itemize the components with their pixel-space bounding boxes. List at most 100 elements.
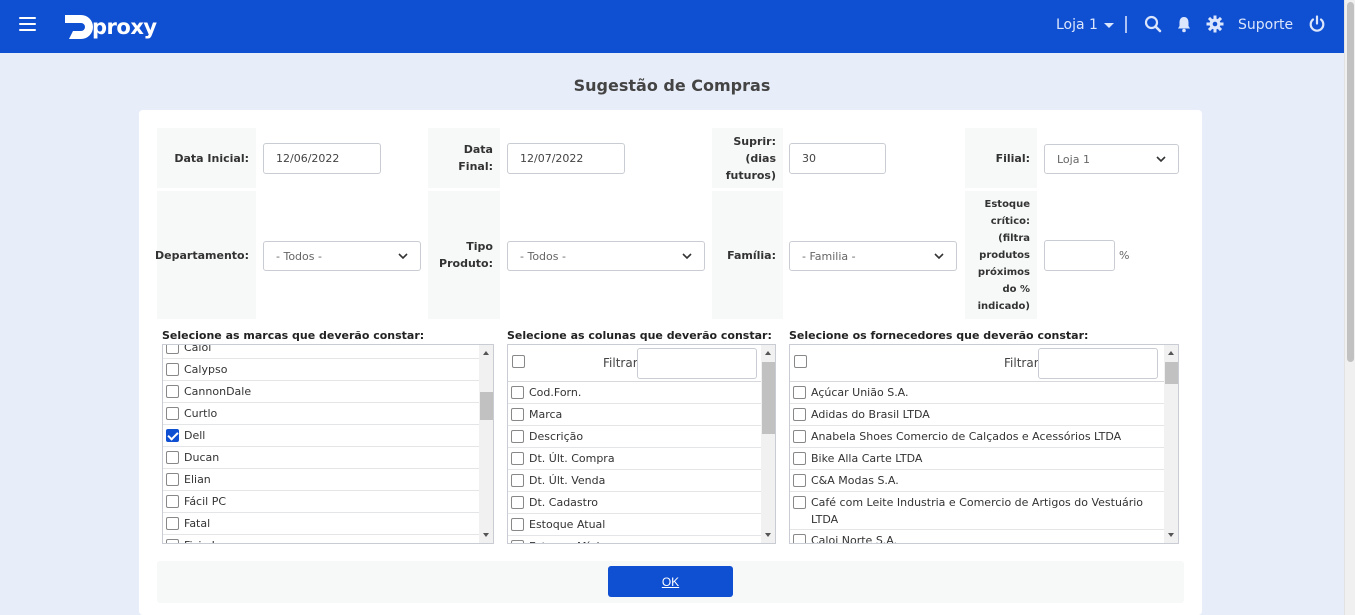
list-item[interactable]: Marca [508, 404, 761, 426]
scroll-up-icon[interactable] [1168, 351, 1174, 355]
list-item-checkbox[interactable] [511, 496, 524, 509]
list-item-label: Estoque Mínimo [529, 540, 617, 543]
list-item-checkbox[interactable] [166, 451, 179, 464]
fornecedores-list[interactable]: Filtrar Açúcar União S.A. Adidas do Brasi… [789, 344, 1179, 544]
list-item-checkbox[interactable] [793, 430, 806, 443]
list-item-checkbox[interactable] [166, 429, 179, 442]
filial-select[interactable]: Loja 1 [1044, 144, 1179, 174]
fornecedores-filter-input[interactable] [1038, 348, 1158, 379]
store-selector[interactable]: Loja 1 [1056, 17, 1114, 33]
list-item[interactable]: Calypso [163, 359, 479, 381]
tipo-produto-select[interactable]: - Todos - [507, 241, 705, 271]
list-item-checkbox[interactable] [793, 496, 806, 509]
list-item[interactable]: C&A Modas S.A. [790, 470, 1164, 492]
list-item[interactable]: Fatal [163, 513, 479, 535]
list-item[interactable]: Ducan [163, 447, 479, 469]
list-item-checkbox[interactable] [166, 473, 179, 486]
list-item[interactable]: Dt. Últ. Venda [508, 470, 761, 492]
list-item[interactable]: Bike Alla Carte LTDA [790, 448, 1164, 470]
list-item-checkbox[interactable] [166, 363, 179, 376]
bell-icon[interactable] [1175, 15, 1193, 33]
scrollbar-thumb[interactable] [480, 392, 493, 420]
scroll-down-icon[interactable] [1168, 533, 1174, 537]
list-item-checkbox[interactable] [793, 534, 806, 543]
fornecedores-scrollbar[interactable] [1164, 345, 1178, 543]
power-icon[interactable] [1308, 15, 1326, 33]
filial-label: Filial: [965, 128, 1037, 188]
list-item-label: Calypso [184, 363, 228, 376]
select-all-checkbox[interactable] [794, 355, 807, 368]
search-icon[interactable] [1144, 15, 1162, 33]
select-all-checkbox[interactable] [512, 355, 525, 368]
list-item-checkbox[interactable] [511, 540, 524, 543]
list-item-checkbox[interactable] [511, 518, 524, 531]
scroll-down-icon[interactable] [765, 533, 771, 537]
page-scrollbar-thumb[interactable] [1347, 2, 1354, 362]
list-item-checkbox[interactable] [511, 452, 524, 465]
list-item-checkbox[interactable] [511, 474, 524, 487]
list-item[interactable]: Cod.Forn. [508, 382, 761, 404]
list-item[interactable]: Açúcar União S.A. [790, 382, 1164, 404]
list-item[interactable]: Dt. Cadastro [508, 492, 761, 514]
colunas-filter-input[interactable] [637, 348, 757, 379]
departamento-select[interactable]: - Todos - [263, 241, 421, 271]
list-item[interactable]: Caloi Norte S.A. [790, 530, 1164, 543]
list-item[interactable]: Estoque Atual [508, 514, 761, 536]
scrollbar-thumb[interactable] [1165, 362, 1178, 384]
list-item-checkbox[interactable] [166, 495, 179, 508]
list-item-checkbox[interactable] [793, 452, 806, 465]
list-item[interactable]: Anabela Shoes Comercio de Calçados e Ace… [790, 426, 1164, 448]
scrollbar-thumb[interactable] [762, 362, 775, 434]
list-item-label: Adidas do Brasil LTDA [811, 408, 930, 421]
colunas-list[interactable]: Filtrar Cod.Forn. Marca Descrição Dt. Últ. … [507, 344, 776, 544]
list-item[interactable]: Curtlo [163, 403, 479, 425]
list-item-label: Fácil PC [184, 495, 227, 508]
colunas-scrollbar[interactable] [761, 345, 775, 543]
page-scrollbar[interactable] [1344, 0, 1355, 615]
familia-select[interactable]: - Familia - [789, 241, 957, 271]
chevron-down-icon [398, 253, 408, 260]
data-final-field[interactable]: 12/07/2022 [507, 143, 625, 174]
data-inicial-field[interactable]: 12/06/2022 [263, 143, 381, 174]
familia-label: Família: [712, 191, 783, 319]
gear-icon[interactable] [1206, 15, 1224, 33]
navbar-divider [1125, 16, 1127, 33]
marcas-scrollbar[interactable] [479, 345, 493, 543]
list-item-label: Estoque Atual [529, 518, 606, 531]
scroll-up-icon[interactable] [765, 351, 771, 355]
list-item-checkbox[interactable] [511, 408, 524, 421]
list-item[interactable]: Elian [163, 469, 479, 491]
support-link[interactable]: Suporte [1238, 17, 1293, 33]
list-item-checkbox[interactable] [166, 407, 179, 420]
list-item[interactable]: Caloi [163, 345, 479, 359]
brand-logo[interactable]: proxy [64, 14, 157, 40]
list-item[interactable]: Dt. Últ. Compra [508, 448, 761, 470]
list-item-checkbox[interactable] [166, 345, 179, 354]
list-item-checkbox[interactable] [793, 408, 806, 421]
estoque-critico-field[interactable] [1044, 240, 1115, 271]
list-item[interactable]: Fácil PC [163, 491, 479, 513]
list-item-checkbox[interactable] [793, 474, 806, 487]
list-item-checkbox[interactable] [793, 386, 806, 399]
list-item[interactable]: Fisia L [163, 535, 479, 543]
list-item[interactable]: Adidas do Brasil LTDA [790, 404, 1164, 426]
list-item-checkbox[interactable] [511, 386, 524, 399]
list-item[interactable]: Café com Leite Industria e Comercio de A… [790, 492, 1164, 530]
list-item-checkbox[interactable] [166, 385, 179, 398]
list-item[interactable]: Estoque Mínimo [508, 536, 761, 543]
hamburger-menu-icon[interactable] [19, 17, 36, 31]
colunas-section-label: Selecione as colunas que deverão constar… [507, 329, 772, 342]
list-item[interactable]: Dell [163, 425, 479, 447]
ok-button[interactable]: OK [608, 566, 733, 597]
list-item[interactable]: Descrição [508, 426, 761, 448]
list-item-checkbox[interactable] [166, 517, 179, 530]
suprir-dias-field[interactable]: 30 [789, 143, 886, 174]
departamento-select-value: - Todos - [276, 249, 322, 263]
scroll-down-icon[interactable] [483, 533, 489, 537]
marcas-list[interactable]: Caloi Calypso CannonDale Curtlo Dell Ducan Eli… [162, 344, 494, 544]
scroll-up-icon[interactable] [483, 351, 489, 355]
list-item-checkbox[interactable] [511, 430, 524, 443]
fornecedores-filter-header: Filtrar [790, 345, 1164, 382]
list-item-checkbox[interactable] [166, 539, 179, 543]
list-item[interactable]: CannonDale [163, 381, 479, 403]
